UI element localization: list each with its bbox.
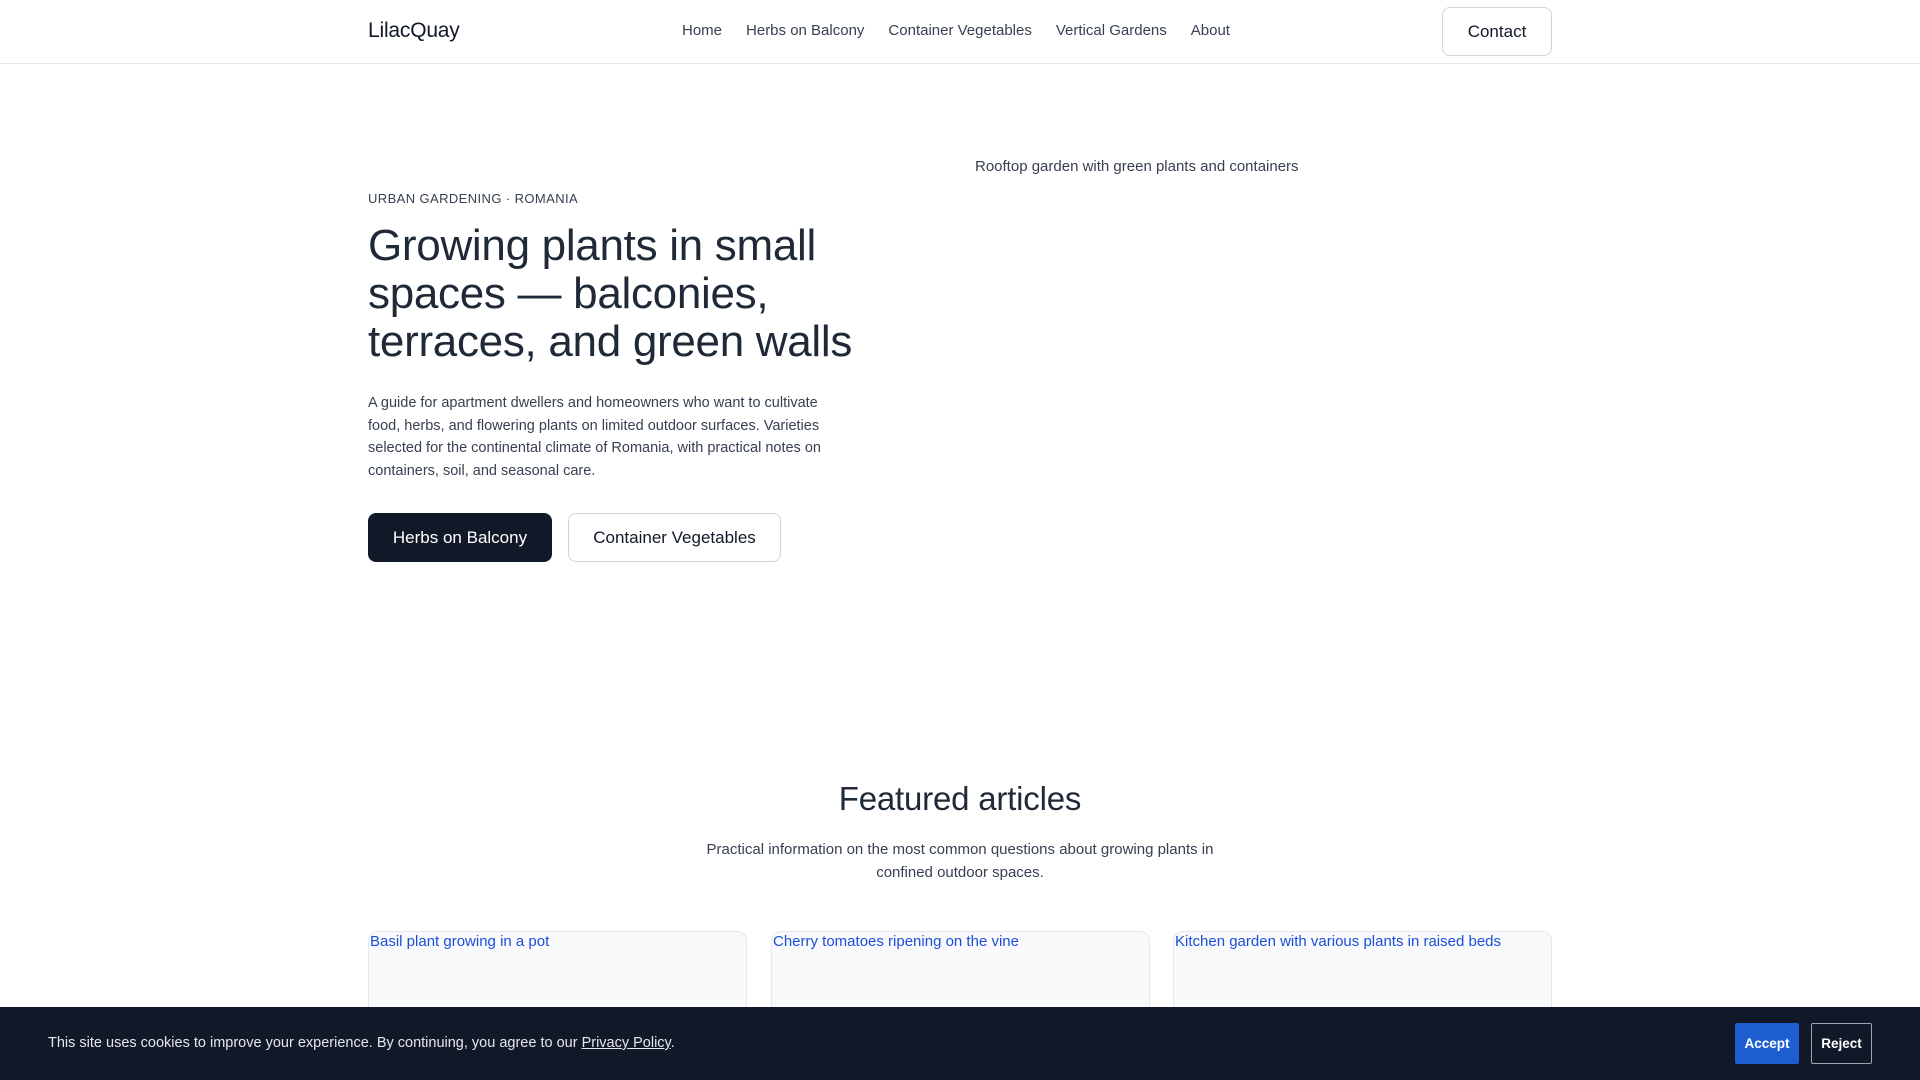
hero-image-alt: Rooftop garden with green plants and con… xyxy=(975,158,1299,175)
container-vegetables-button[interactable]: Container Vegetables xyxy=(568,513,781,562)
cookie-banner: This site uses cookies to improve your e… xyxy=(0,1007,1920,1080)
nav-about[interactable]: About xyxy=(1191,22,1230,39)
card-image-alt[interactable]: Cherry tomatoes ripening on the vine xyxy=(772,932,1149,952)
card-image-alt[interactable]: Basil plant growing in a pot xyxy=(369,932,746,952)
contact-button[interactable]: Contact xyxy=(1442,7,1552,56)
cookie-text-end: . xyxy=(670,1035,675,1051)
card-image-alt[interactable]: Kitchen garden with various plants in ra… xyxy=(1174,932,1551,952)
featured-title: Featured articles xyxy=(838,780,1082,817)
nav-herbs-on-balcony[interactable]: Herbs on Balcony xyxy=(746,22,864,39)
reject-cookies-button[interactable]: Reject xyxy=(1811,1023,1872,1064)
herbs-on-balcony-button[interactable]: Herbs on Balcony xyxy=(368,513,552,562)
privacy-policy-link[interactable]: Privacy Policy xyxy=(582,1035,671,1051)
hero-title: Growing plants in small spaces — balconi… xyxy=(368,221,853,366)
hero-description: A guide for apartment dwellers and homeo… xyxy=(368,395,821,479)
featured-subtitle: Practical information on the most common… xyxy=(706,841,1214,881)
nav-home[interactable]: Home xyxy=(682,22,722,39)
site-header: LilacQuay Home Herbs on Balcony Containe… xyxy=(0,0,1920,64)
nav-vertical-gardens[interactable]: Vertical Gardens xyxy=(1056,22,1167,39)
cookie-message: This site uses cookies to improve your e… xyxy=(48,1035,675,1051)
hero-eyebrow: URBAN GARDENING · ROMANIA xyxy=(368,191,579,206)
nav-container-vegetables[interactable]: Container Vegetables xyxy=(888,22,1031,39)
hero-image: Rooftop garden with green plants and con… xyxy=(975,158,1551,588)
main-nav: Home Herbs on Balcony Container Vegetabl… xyxy=(682,22,1230,39)
site-logo[interactable]: LilacQuay xyxy=(368,19,460,43)
accept-cookies-button[interactable]: Accept xyxy=(1735,1023,1799,1064)
cookie-text: This site uses cookies to improve your e… xyxy=(48,1035,582,1051)
